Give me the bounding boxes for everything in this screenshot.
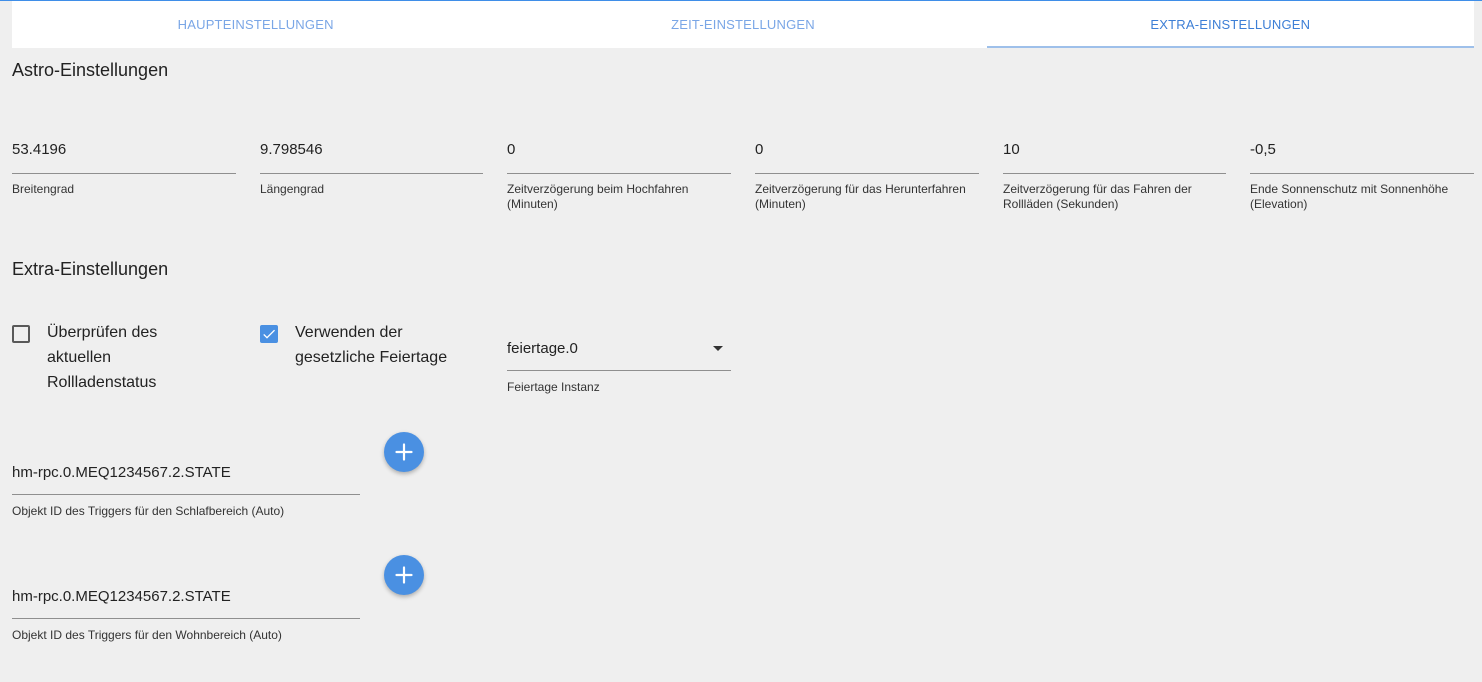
- trigger-living-underline: [12, 618, 360, 619]
- checkmark-icon: [263, 329, 275, 339]
- tab-label: HAUPTEINSTELLUNGEN: [177, 17, 334, 32]
- delay-drive-underline: [1003, 173, 1226, 174]
- delay-down-label: Zeitverzögerung für das Herunterfahren (…: [755, 182, 966, 211]
- astro-section-title: Astro-Einstellungen: [12, 60, 169, 80]
- delay-up-label: Zeitverzögerung beim Hochfahren (Minuten…: [507, 182, 689, 211]
- holidays-label: Verwenden der gesetzliche Feiertage: [295, 324, 448, 366]
- sun-elevation-label: Ende Sonnenschutz mit Sonnenhöhe (Elevat…: [1250, 182, 1449, 211]
- check-status-checkbox[interactable]: [12, 325, 30, 343]
- holiday-instance-label: Feiertage Instanz: [507, 380, 600, 394]
- delay-drive-label: Zeitverzögerung für das Fahren der Rolll…: [1003, 182, 1192, 211]
- add-trigger-sleep-button[interactable]: [384, 432, 424, 472]
- holiday-instance-select[interactable]: feiertage.0: [507, 335, 731, 361]
- tab-label: EXTRA-EINSTELLUNGEN: [1150, 17, 1311, 32]
- tab-zeit-einstellungen[interactable]: ZEIT-EINSTELLUNGEN: [499, 1, 986, 48]
- trigger-sleep-field: hm-rpc.0.MEQ1234567.2.STATE Objekt ID de…: [12, 462, 360, 519]
- latitude-input[interactable]: 53.4196: [12, 139, 236, 161]
- holidays-checkbox[interactable]: [260, 325, 278, 343]
- holiday-instance-underline: [507, 370, 731, 371]
- tab-label: ZEIT-EINSTELLUNGEN: [671, 17, 815, 32]
- plus-icon: [395, 566, 413, 584]
- holidays-option[interactable]: Verwenden der gesetzliche Feiertage: [260, 324, 485, 370]
- sun-elevation-input[interactable]: -0,5: [1250, 139, 1474, 161]
- longitude-underline: [260, 173, 483, 174]
- active-tab-indicator: [986, 46, 1474, 48]
- delay-up-field: 0 Zeitverzögerung beim Hochfahren (Minut…: [507, 139, 731, 212]
- trigger-sleep-underline: [12, 494, 360, 495]
- trigger-living-label: Objekt ID des Triggers für den Wohnberei…: [12, 628, 282, 642]
- longitude-label: Längengrad: [260, 182, 325, 196]
- extra-section-title: Extra-Einstellungen: [12, 259, 169, 279]
- trigger-living-input[interactable]: hm-rpc.0.MEQ1234567.2.STATE: [12, 586, 360, 608]
- sun-elevation-field: -0,5 Ende Sonnenschutz mit Sonnenhöhe (E…: [1250, 139, 1474, 212]
- chevron-down-icon: [713, 345, 723, 351]
- delay-down-input[interactable]: 0: [755, 139, 979, 161]
- plus-icon: [395, 443, 413, 461]
- check-status-option[interactable]: Überprüfen des aktuellen Rollladenstatus: [12, 324, 212, 395]
- sun-elevation-underline: [1250, 173, 1474, 174]
- delay-down-underline: [755, 173, 979, 174]
- trigger-sleep-input[interactable]: hm-rpc.0.MEQ1234567.2.STATE: [12, 462, 360, 484]
- delay-up-underline: [507, 173, 731, 174]
- delay-up-input[interactable]: 0: [507, 139, 731, 161]
- latitude-label: Breitengrad: [12, 182, 75, 196]
- delay-drive-input[interactable]: 10: [1003, 139, 1226, 161]
- latitude-field: 53.4196 Breitengrad: [12, 139, 236, 197]
- delay-down-field: 0 Zeitverzögerung für das Herunterfahren…: [755, 139, 979, 212]
- latitude-underline: [12, 173, 236, 174]
- check-status-label: Überprüfen des aktuellen Rollladenstatus: [47, 324, 158, 391]
- delay-drive-field: 10 Zeitverzögerung für das Fahren der Ro…: [1003, 139, 1226, 212]
- longitude-input[interactable]: 9.798546: [260, 139, 483, 161]
- tab-extra-einstellungen[interactable]: EXTRA-EINSTELLUNGEN: [986, 1, 1474, 48]
- trigger-living-field: hm-rpc.0.MEQ1234567.2.STATE Objekt ID de…: [12, 586, 360, 643]
- trigger-sleep-label: Objekt ID des Triggers für den Schlafber…: [12, 504, 285, 518]
- tab-haupteinstellungen[interactable]: HAUPTEINSTELLUNGEN: [12, 1, 499, 48]
- add-trigger-living-button[interactable]: [384, 555, 424, 595]
- settings-tabs: HAUPTEINSTELLUNGEN ZEIT-EINSTELLUNGEN EX…: [12, 1, 1474, 48]
- holiday-instance-value: feiertage.0: [507, 339, 578, 357]
- longitude-field: 9.798546 Längengrad: [260, 139, 483, 197]
- holiday-instance-field: feiertage.0 Feiertage Instanz: [507, 335, 731, 394]
